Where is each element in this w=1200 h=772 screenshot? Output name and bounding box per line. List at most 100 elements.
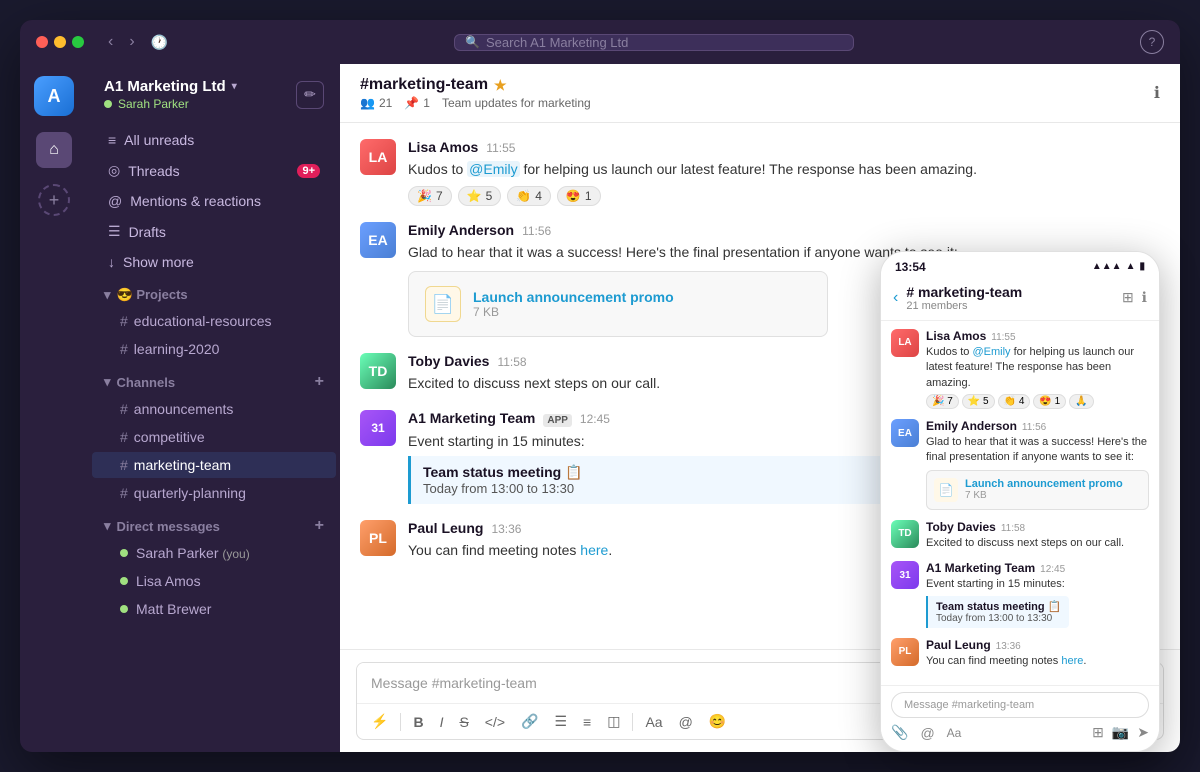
reaction-item[interactable]: 👏 4 [998, 394, 1031, 409]
channel-item-competitive[interactable]: # competitive [92, 424, 336, 450]
dm-item-lisa[interactable]: Lisa Amos [92, 568, 336, 594]
blockquote-button[interactable]: ◫ [603, 710, 624, 733]
dm-section-header[interactable]: ▾ Direct messages + [88, 507, 340, 539]
reaction-item[interactable]: 😍 1 [1033, 394, 1066, 409]
mobile-signal-icons: ▲▲▲ ▲ ▮ [1092, 261, 1145, 272]
channels-section-header[interactable]: ▾ Channels + [88, 363, 340, 395]
avatar: EA [360, 222, 396, 258]
add-channel-icon[interactable]: + [315, 373, 324, 391]
avatar: 31 [360, 410, 396, 446]
search-input[interactable] [486, 35, 843, 50]
reaction-item[interactable]: 🎉 7 [408, 186, 452, 206]
mobile-messages-area: LA Lisa Amos 11:55 Kudos to @Emily for h… [881, 321, 1159, 685]
italic-button[interactable]: I [436, 711, 448, 733]
link[interactable]: here [1061, 655, 1083, 667]
mobile-attachment-icon[interactable]: 📎 [891, 724, 908, 741]
unordered-list-button[interactable]: ≡ [579, 711, 595, 733]
minimize-button[interactable] [54, 36, 66, 48]
mobile-info-icon[interactable]: ℹ [1142, 289, 1147, 306]
mobile-back-button[interactable]: ‹ [893, 289, 898, 307]
reaction-item[interactable]: ⭐ 5 [962, 394, 995, 409]
mention: @Emily [972, 346, 1010, 358]
event-time: Today from 13:00 to 13:30 [936, 613, 1061, 624]
projects-chevron-icon: ▾ [104, 287, 111, 303]
text-format-button[interactable]: Aa [641, 711, 666, 733]
file-attachment[interactable]: 📄 Launch announcement promo 7 KB [926, 470, 1149, 510]
reaction-item[interactable]: 🎉 7 [926, 394, 959, 409]
file-size: 7 KB [473, 305, 674, 319]
channel-item-quarterly[interactable]: # quarterly-planning [92, 480, 336, 506]
back-button[interactable]: ‹ [104, 31, 117, 53]
search-bar[interactable]: 🔍 [454, 34, 854, 51]
timestamp: 11:58 [1001, 523, 1025, 534]
file-attachment[interactable]: 📄 Launch announcement promo 7 KB [408, 271, 828, 337]
help-button[interactable]: ? [1140, 30, 1164, 54]
mobile-channel-header: ‹ # marketing-team 21 members ⊞ ℹ [881, 278, 1159, 321]
dm-item-sarah[interactable]: Sarah Parker (you) [92, 540, 336, 566]
dm-chevron-icon: ▾ [104, 518, 111, 534]
mobile-grid-icon[interactable]: ⊞ [1122, 289, 1134, 306]
add-workspace-button[interactable]: + [38, 184, 70, 216]
sidebar-item-show-more[interactable]: ↓ Show more [92, 248, 336, 276]
channel-item-announcements[interactable]: # announcements [92, 396, 336, 422]
timestamp: 12:45 [580, 412, 610, 426]
wifi-icon: ▲ [1126, 261, 1136, 272]
channel-item-learning[interactable]: # learning-2020 [92, 336, 336, 362]
mobile-clock: 13:54 [895, 260, 926, 274]
link-button[interactable]: 🔗 [517, 710, 542, 733]
message-text: Excited to discuss next steps on our cal… [926, 536, 1124, 551]
hash-icon: # [120, 313, 128, 329]
show-more-icon: ↓ [108, 254, 115, 270]
online-indicator [120, 577, 128, 585]
projects-section-header[interactable]: ▾ 😎 Projects [88, 277, 340, 307]
avatar: EA [891, 419, 919, 447]
sidebar-item-mentions[interactable]: @ Mentions & reactions [92, 187, 336, 215]
mobile-header-icons: ⊞ ℹ [1122, 289, 1147, 306]
maximize-button[interactable] [72, 36, 84, 48]
workspace-avatar[interactable]: A [34, 76, 74, 116]
hash-icon: # [120, 429, 128, 445]
channel-item-educational[interactable]: # educational-resources [92, 308, 336, 334]
all-unreads-icon: ≡ [108, 132, 116, 148]
mention: @Emily [467, 161, 519, 177]
timestamp: 11:56 [1022, 422, 1046, 433]
mobile-send-icon[interactable]: ➤ [1137, 724, 1149, 741]
sender-name: Emily Anderson [408, 222, 514, 238]
ordered-list-button[interactable]: ☰ [550, 710, 571, 733]
reaction-item[interactable]: 😍 1 [557, 186, 601, 206]
channel-item-marketing-team[interactable]: # marketing-team [92, 452, 336, 478]
reaction-item[interactable]: 🙏 [1069, 394, 1093, 409]
mobile-text-icon[interactable]: Aa [947, 726, 962, 740]
mobile-input-box[interactable]: Message #marketing-team [891, 692, 1149, 718]
list-item: EA Emily Anderson 11:56 Glad to hear tha… [891, 419, 1149, 510]
meeting-notes-link[interactable]: here [580, 542, 608, 558]
reaction-item[interactable]: 👏 4 [507, 186, 551, 206]
titlebar: ‹ › 🕐 🔍 ? [20, 20, 1180, 64]
sidebar-item-drafts[interactable]: ☰ Drafts [92, 217, 336, 246]
forward-button[interactable]: › [125, 31, 138, 53]
sidebar-item-all-unreads[interactable]: ≡ All unreads [92, 126, 336, 154]
mobile-camera-icon[interactable]: 📷 [1112, 724, 1129, 741]
dm-item-matt[interactable]: Matt Brewer [92, 596, 336, 622]
compose-button[interactable]: ✏ [296, 81, 324, 109]
timestamp: 11:55 [486, 141, 515, 155]
add-dm-icon[interactable]: + [315, 517, 324, 535]
mention-button[interactable]: @ [675, 711, 697, 733]
bold-button[interactable]: B [409, 711, 427, 733]
close-button[interactable] [36, 36, 48, 48]
home-icon-btn[interactable]: ⌂ [36, 132, 72, 168]
sidebar-item-threads[interactable]: ◎ Threads 9+ [92, 156, 336, 185]
star-icon[interactable]: ★ [494, 77, 507, 94]
code-button[interactable]: </> [481, 711, 509, 733]
lightning-bolt-button[interactable]: ⚡ [367, 710, 392, 733]
mobile-toolbar: 📎 @ Aa ⊞ 📷 ➤ [891, 724, 1149, 741]
emoji-button[interactable]: 😊 [705, 710, 730, 733]
timestamp: 13:36 [491, 522, 521, 536]
channel-info-button[interactable]: ℹ [1154, 83, 1160, 103]
mobile-grid-icon[interactable]: ⊞ [1092, 724, 1104, 741]
reaction-item[interactable]: ⭐ 5 [458, 186, 502, 206]
strikethrough-button[interactable]: S [455, 711, 472, 733]
message-header: Emily Anderson 11:56 [408, 222, 1160, 238]
mobile-mention-icon[interactable]: @ [920, 725, 934, 741]
workspace-header[interactable]: A1 Marketing Ltd ▾ Sarah Parker ✏ [88, 64, 340, 125]
